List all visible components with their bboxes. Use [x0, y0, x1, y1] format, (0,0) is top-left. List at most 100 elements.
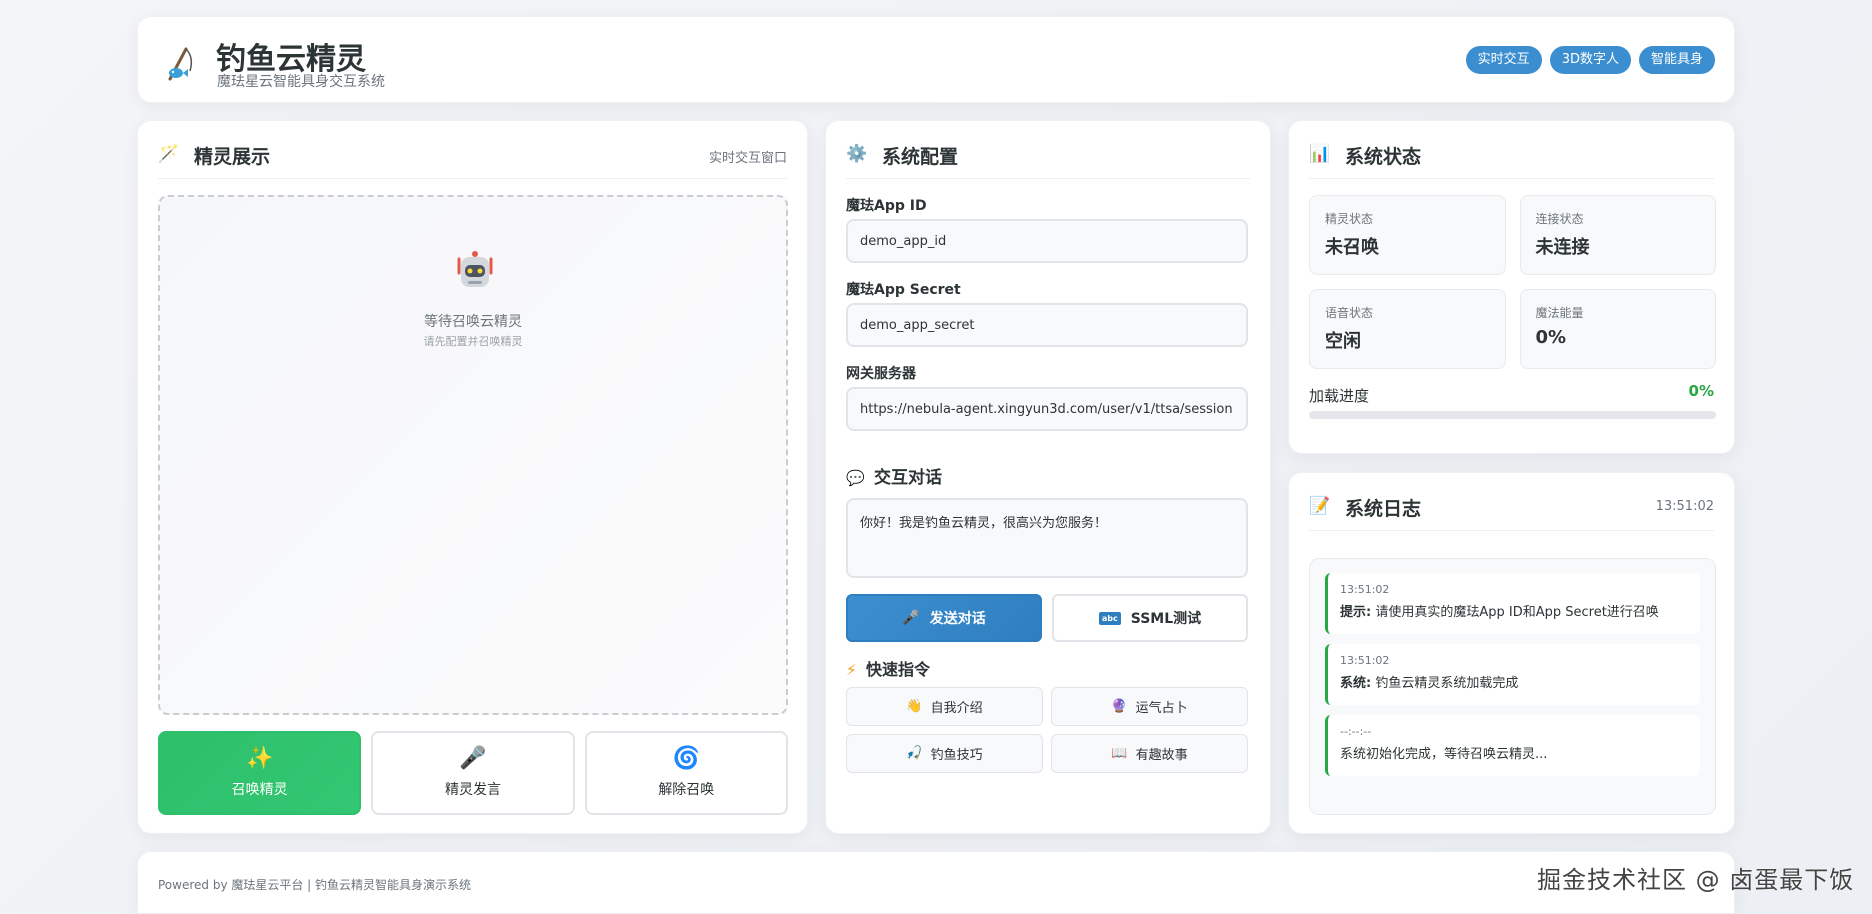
dismiss-button[interactable]: 🌀 解除召唤	[584, 731, 788, 815]
wand-icon: 🪄	[158, 144, 180, 164]
status-card-energy: 魔法能量 0%	[1519, 289, 1716, 369]
cyclone-icon: 🌀	[672, 746, 701, 771]
ssml-label: SSML测试	[1130, 611, 1202, 627]
microphone-icon: 🎤	[902, 610, 920, 626]
dialog-title: 交互对话	[874, 468, 942, 488]
panel-title: 系统日志	[1345, 498, 1422, 520]
panel-title: 系统配置	[882, 146, 959, 168]
sparkles-icon: ✨	[245, 746, 274, 771]
speak-label: 精灵发言	[444, 782, 501, 798]
panel-title: 系统状态	[1345, 146, 1422, 168]
log-time: 13:51:02	[1340, 583, 1390, 596]
log-entry: 13:51:02 提示: 请使用真实的魔珐App ID和App Secret进行…	[1325, 573, 1700, 634]
log-tag: 提示:	[1340, 605, 1372, 620]
quick-intro-button[interactable]: 👋 自我介绍	[846, 687, 1043, 726]
gear-icon: ⚙️	[846, 144, 868, 164]
quick-story-label: 有趣故事	[1135, 748, 1188, 763]
app-secret-input[interactable]	[846, 303, 1248, 347]
system-status-panel: 📊 系统状态 精灵状态 未召唤 连接状态 未连接 语音状态 空闲 魔法能量 0%…	[1288, 120, 1735, 454]
log-message: 提示: 请使用真实的魔珐App ID和App Secret进行召唤	[1340, 601, 1688, 620]
app-id-label: 魔珐App ID	[846, 198, 927, 214]
log-text: 钓鱼云精灵系统加载完成	[1371, 676, 1519, 691]
spirit-actions: ✨ 召唤精灵 🎤 精灵发言 🌀 解除召唤	[158, 731, 788, 815]
dialog-textarea[interactable]: 你好！我是钓鱼云精灵，很高兴为您服务！	[846, 498, 1248, 578]
book-icon: 📖	[1111, 746, 1128, 761]
status-card-connection: 连接状态 未连接	[1519, 195, 1716, 275]
quick-commands: 👋 自我介绍 🔮 运气占卜 🎣 钓鱼技巧 📖 有趣故事	[846, 687, 1248, 773]
dialog-section-title: 💬 交互对话	[846, 463, 942, 488]
system-log-panel: 📝 系统日志 13:51:02 13:51:02 提示: 请使用真实的魔珐App…	[1288, 472, 1735, 834]
microphone-icon: 🎤	[459, 746, 487, 771]
badge-3d-avatar: 3D数字人	[1549, 46, 1631, 74]
status-label: 语音状态	[1325, 306, 1374, 320]
app-footer: Powered by 魔珐星云平台 | 钓鱼云精灵智能具身演示系统	[137, 851, 1735, 914]
speak-button[interactable]: 🎤 精灵发言	[371, 731, 575, 815]
quick-fortune-button[interactable]: 🔮 运气占卜	[1051, 687, 1248, 726]
watermark: 掘金技术社区 @ 卤蛋最下饭	[1537, 866, 1855, 894]
log-message: 系统初始化完成，等待召唤云精灵...	[1340, 743, 1688, 762]
robot-icon	[457, 251, 493, 287]
lightning-icon: ⚡	[846, 661, 857, 679]
quick-title: 快速指令	[866, 660, 931, 679]
stage-subtitle: 请先配置并召唤精灵	[423, 335, 523, 348]
gateway-label: 网关服务器	[846, 366, 916, 382]
log-time: --:--:--	[1340, 725, 1372, 738]
log-entry: 13:51:02 系统: 钓鱼云精灵系统加载完成	[1325, 644, 1700, 705]
stage-title: 等待召唤云精灵	[424, 314, 522, 330]
summon-label: 召唤精灵	[231, 782, 288, 798]
app-id-input[interactable]	[846, 219, 1248, 263]
gateway-input[interactable]	[846, 387, 1248, 431]
log-message: 系统: 钓鱼云精灵系统加载完成	[1340, 672, 1688, 691]
spirit-display-panel: 🪄 精灵展示 实时交互窗口 等待召唤云精灵 请先配置并召唤精灵 ✨ 召唤精灵 🎤…	[137, 120, 808, 834]
app-subtitle: 魔珐星云智能具身交互系统	[217, 74, 385, 90]
quick-section-title: ⚡ 快速指令	[846, 656, 930, 680]
header-badges: 实时交互 3D数字人 智能具身	[1465, 46, 1715, 74]
log-time: 13:51:02	[1655, 499, 1714, 514]
panel-header: 📝 系统日志 13:51:02	[1309, 491, 1714, 531]
app-header: 钓鱼云精灵 魔珐星云智能具身交互系统 实时交互 3D数字人 智能具身	[137, 16, 1735, 103]
crystal-ball-icon: 🔮	[1111, 699, 1128, 714]
app-secret-label: 魔珐App Secret	[846, 282, 961, 298]
quick-fortune-label: 运气占卜	[1135, 701, 1188, 716]
log-text: 请使用真实的魔珐App ID和App Secret进行召唤	[1371, 605, 1659, 620]
badge-embodied: 智能具身	[1638, 46, 1715, 74]
panel-title: 精灵展示	[194, 146, 271, 168]
panel-header: 🪄 精灵展示 实时交互窗口	[158, 139, 787, 179]
log-list[interactable]: 13:51:02 提示: 请使用真实的魔珐App ID和App Secret进行…	[1309, 558, 1716, 815]
fishing-rod-logo-icon	[168, 47, 193, 81]
speech-bubble-icon: 💬	[846, 469, 865, 487]
panel-header: 📊 系统状态	[1309, 139, 1714, 179]
log-text: 系统初始化完成，等待召唤云精灵...	[1340, 747, 1548, 762]
system-config-panel: ⚙️ 系统配置 魔珐App ID 魔珐App Secret 网关服务器 💬 交互对…	[825, 120, 1271, 834]
status-label: 连接状态	[1535, 212, 1584, 226]
bar-chart-icon: 📊	[1309, 144, 1331, 164]
panel-header: ⚙️ 系统配置	[846, 139, 1250, 179]
dialog-actions: 🎤 发送对话 abc SSML测试	[846, 594, 1248, 642]
memo-icon: 📝	[1309, 496, 1331, 516]
status-value: 未连接	[1535, 237, 1590, 258]
fishing-icon: 🎣	[906, 746, 923, 761]
spirit-stage[interactable]: 等待召唤云精灵 请先配置并召唤精灵	[158, 195, 788, 715]
send-label: 发送对话	[929, 611, 986, 627]
status-grid: 精灵状态 未召唤 连接状态 未连接 语音状态 空闲 魔法能量 0%	[1309, 195, 1716, 369]
hand-icon: 👋	[906, 699, 923, 714]
quick-fishing-label: 钓鱼技巧	[930, 748, 983, 763]
abc-icon: abc	[1098, 611, 1121, 625]
status-value: 空闲	[1325, 331, 1361, 352]
status-value: 0%	[1535, 327, 1567, 348]
ssml-test-button[interactable]: abc SSML测试	[1052, 594, 1248, 642]
summon-button[interactable]: ✨ 召唤精灵	[158, 731, 362, 815]
quick-fishing-button[interactable]: 🎣 钓鱼技巧	[846, 734, 1043, 773]
progress-label: 加载进度	[1309, 387, 1370, 405]
status-card-spirit: 精灵状态 未召唤	[1309, 195, 1506, 275]
footer-text: Powered by 魔珐星云平台 | 钓鱼云精灵智能具身演示系统	[158, 878, 472, 892]
status-label: 精灵状态	[1325, 212, 1374, 226]
dismiss-label: 解除召唤	[658, 782, 715, 798]
status-label: 魔法能量	[1535, 306, 1584, 320]
progress-value: 0%	[1688, 382, 1714, 400]
status-value: 未召唤	[1325, 237, 1379, 258]
progress-bar	[1309, 411, 1716, 419]
send-dialog-button[interactable]: 🎤 发送对话	[846, 594, 1042, 642]
status-card-voice: 语音状态 空闲	[1309, 289, 1506, 369]
quick-story-button[interactable]: 📖 有趣故事	[1051, 734, 1248, 773]
